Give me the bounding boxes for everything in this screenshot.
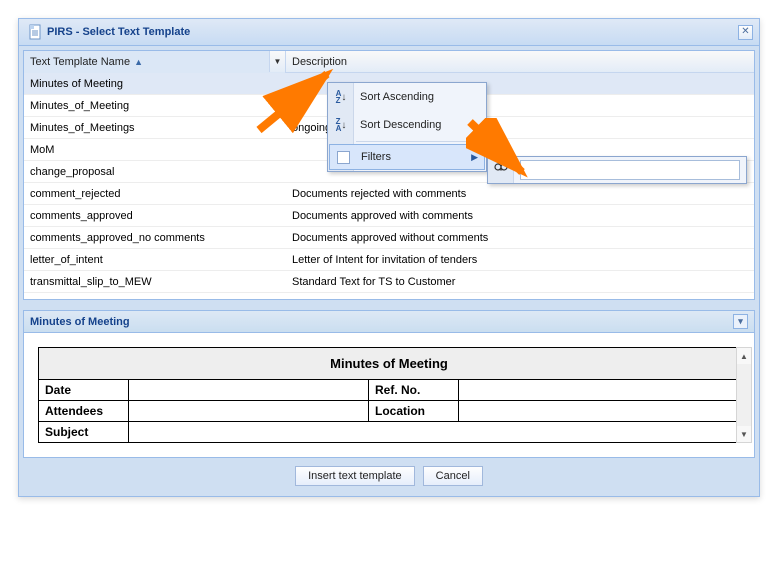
table-row[interactable]: letter_of_intentLetter of Intent for inv… — [24, 249, 754, 271]
table-row[interactable]: comments_approved_no commentsDocuments a… — [24, 227, 754, 249]
preview-panel: Minutes of Meeting ▾ Minutes of Meeting … — [23, 310, 755, 458]
scroll-down-icon[interactable]: ▼ — [737, 426, 751, 442]
column-header-description[interactable]: Description — [286, 51, 754, 73]
close-button[interactable]: ✕ — [738, 25, 753, 40]
insert-button[interactable]: Insert text template — [295, 466, 415, 486]
column-header-name[interactable]: Text Template Name ▲ — [24, 51, 285, 73]
column-menu-trigger[interactable]: ▼ — [269, 51, 285, 72]
label-location: Location — [369, 401, 459, 422]
menu-filters[interactable]: Filters ▶ — [329, 144, 485, 170]
titlebar: PIRS - Select Text Template ✕ — [19, 19, 759, 46]
filter-input[interactable] — [520, 160, 740, 180]
scrollbar[interactable]: ▲ ▼ — [736, 347, 752, 443]
column-name-label: Text Template Name — [30, 56, 130, 68]
table-row[interactable]: transmittal_slip_to_MEWStandard Text for… — [24, 271, 754, 293]
panel-body: Minutes of Meeting Date Ref. No. Attende… — [24, 333, 754, 457]
doc-heading: Minutes of Meeting — [39, 348, 740, 380]
panel-header: Minutes of Meeting ▾ — [24, 311, 754, 333]
label-ref: Ref. No. — [369, 380, 459, 401]
sort-asc-indicator-icon: ▲ — [134, 57, 143, 67]
panel-title: Minutes of Meeting — [30, 316, 130, 328]
chevrons-down-icon: ▾ — [738, 316, 743, 327]
column-menu: AZ↓ Sort Ascending ZA↓ Sort Descending F… — [327, 82, 487, 172]
collapse-button[interactable]: ▾ — [733, 314, 748, 329]
preview-table: Minutes of Meeting Date Ref. No. Attende… — [38, 347, 740, 443]
grid-header: Text Template Name ▲ ▼ Description — [24, 51, 754, 73]
table-row[interactable]: comments_approvedDocuments approved with… — [24, 205, 754, 227]
label-date: Date — [39, 380, 129, 401]
menu-sort-ascending[interactable]: AZ↓ Sort Ascending — [328, 83, 486, 111]
find-icon — [494, 163, 508, 177]
filter-checkbox[interactable] — [335, 149, 351, 165]
column-desc-label: Description — [292, 56, 347, 68]
button-bar: Insert text template Cancel — [23, 458, 755, 492]
scroll-up-icon[interactable]: ▲ — [737, 348, 751, 364]
document-icon — [27, 24, 43, 40]
window-title: PIRS - Select Text Template — [47, 26, 738, 38]
filter-flyout — [487, 156, 747, 184]
label-attendees: Attendees — [39, 401, 129, 422]
submenu-arrow-icon: ▶ — [471, 152, 478, 163]
sort-asc-icon: AZ↓ — [333, 89, 349, 105]
chevron-down-icon: ▼ — [274, 57, 282, 66]
sort-desc-icon: ZA↓ — [333, 117, 349, 133]
label-subject: Subject — [39, 422, 129, 443]
cancel-button[interactable]: Cancel — [423, 466, 483, 486]
menu-sort-descending[interactable]: ZA↓ Sort Descending — [328, 111, 486, 139]
table-row[interactable]: comment_rejectedDocuments rejected with … — [24, 183, 754, 205]
